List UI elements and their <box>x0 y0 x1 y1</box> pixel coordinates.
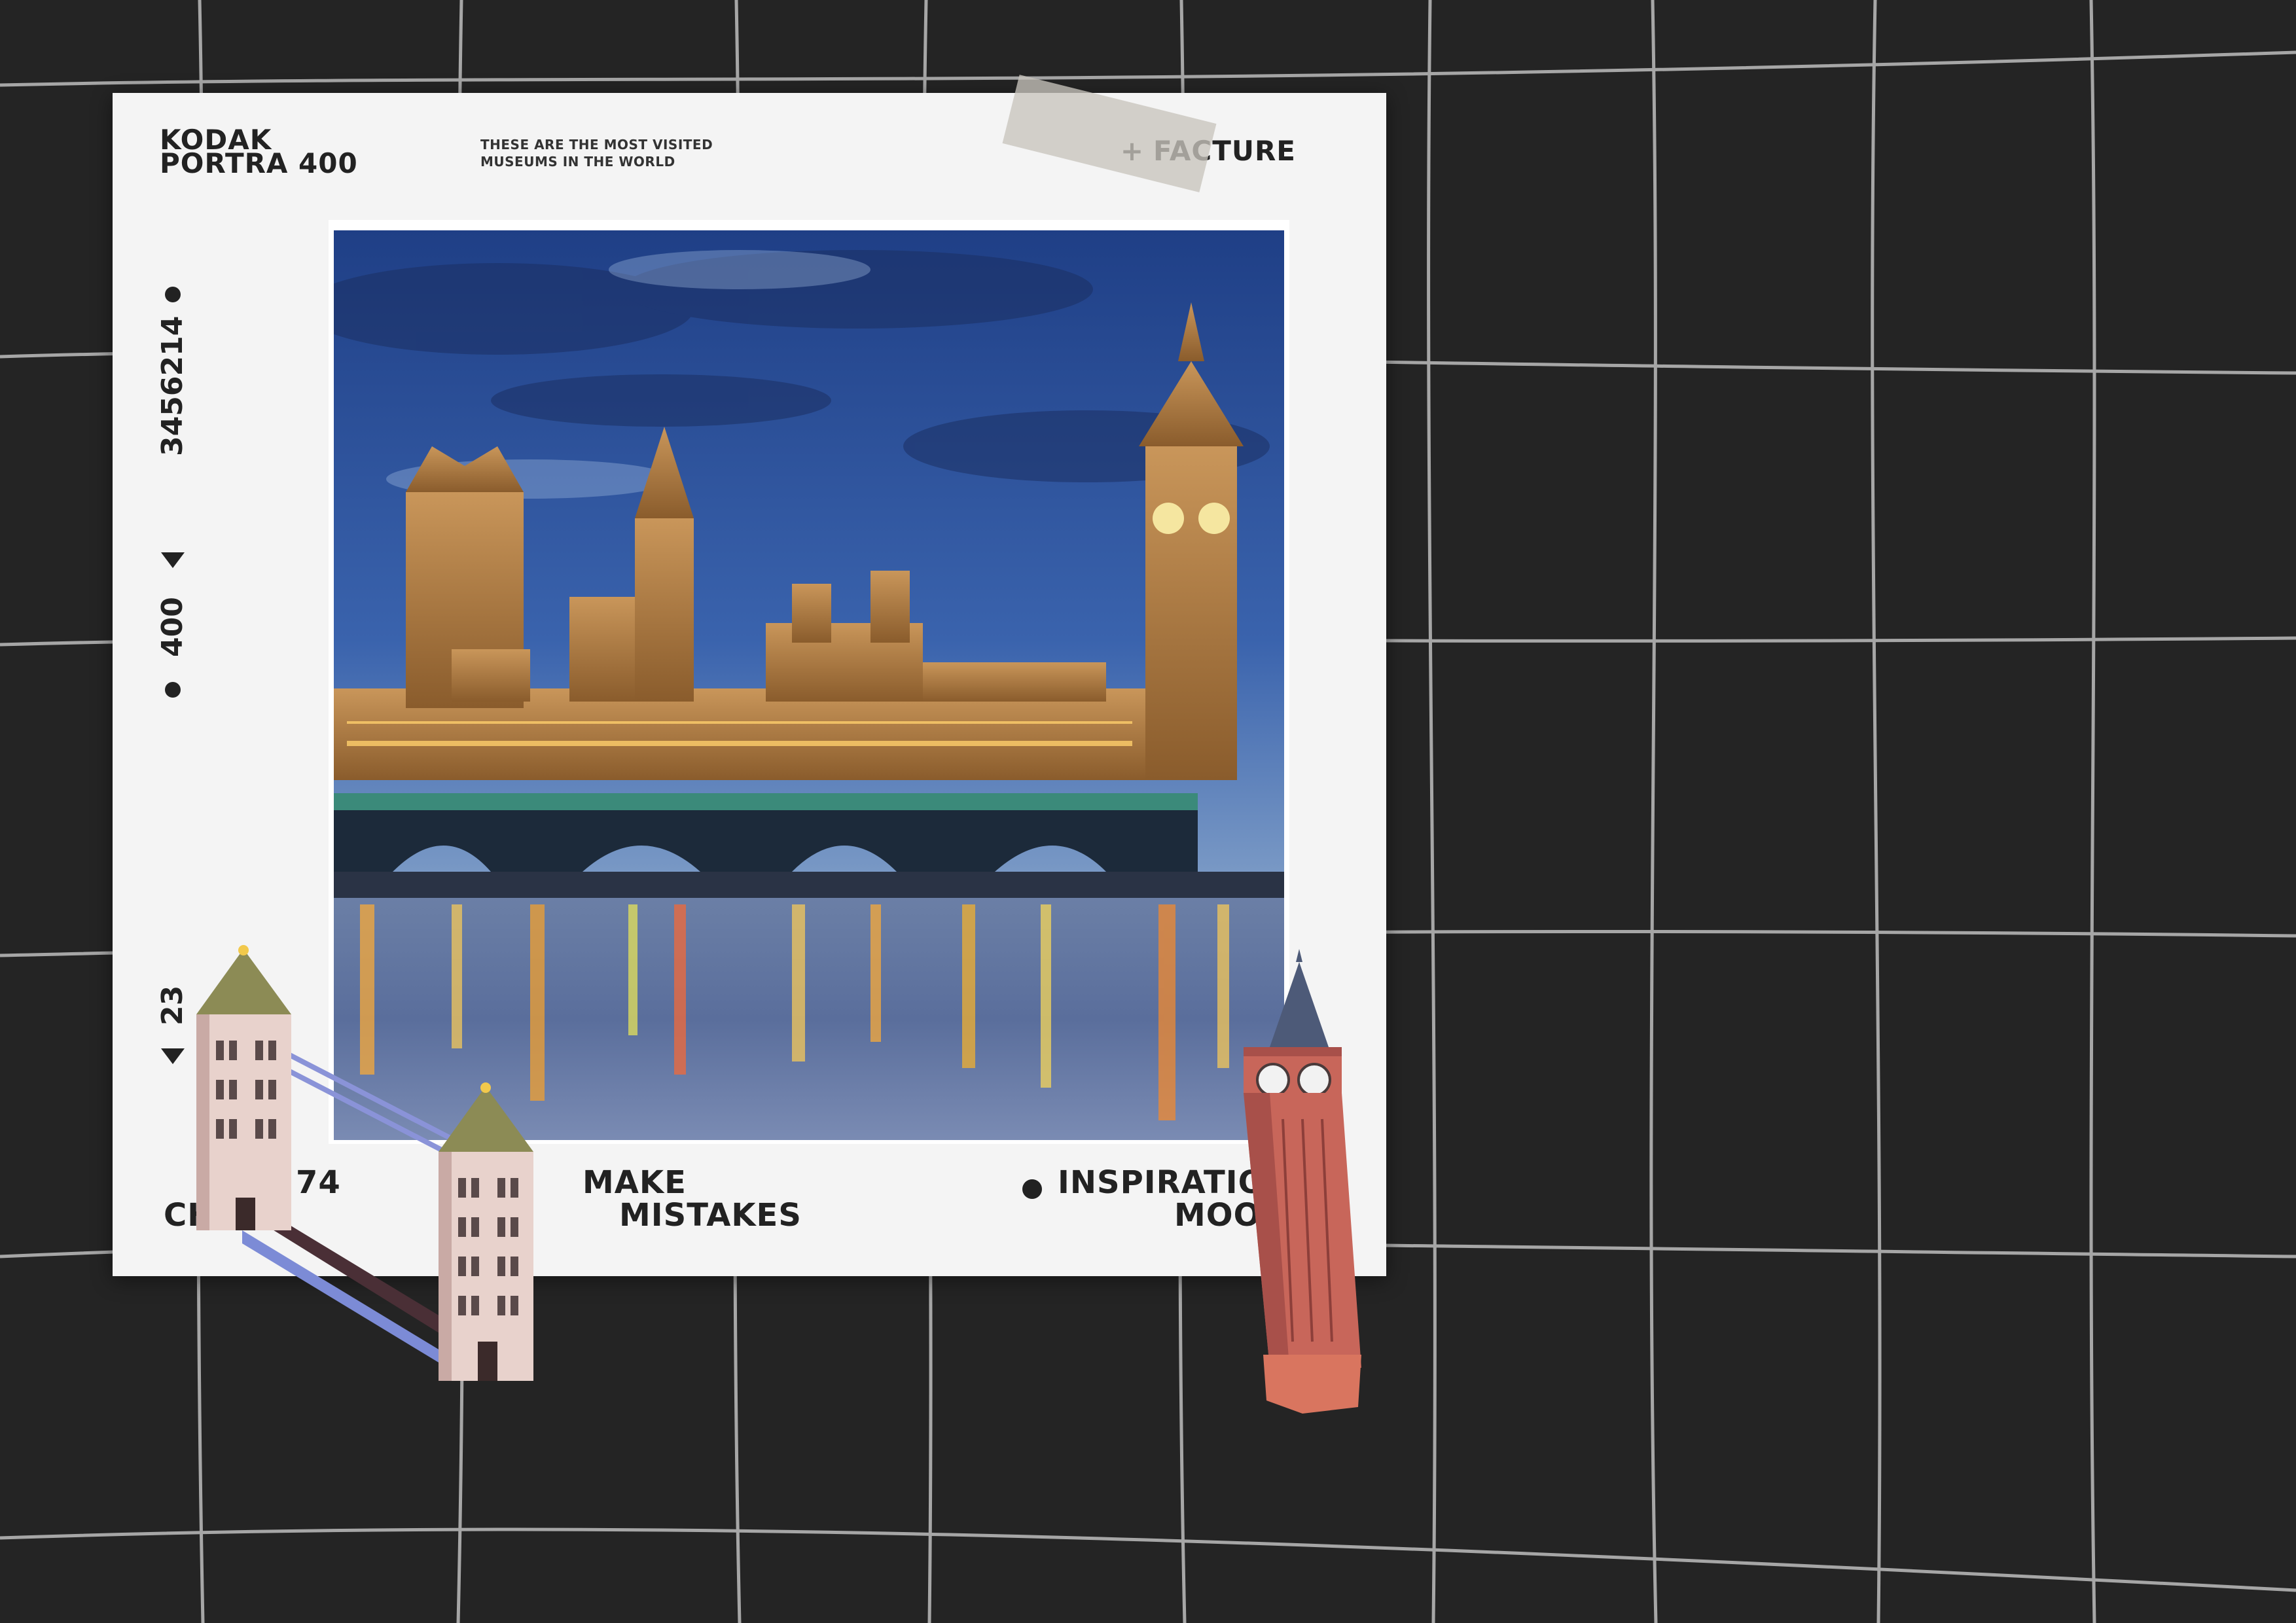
brand-line-2: PORTRA 400 <box>160 147 358 179</box>
side-number-low: 23 <box>156 985 189 1026</box>
side-dot-mid <box>165 682 181 698</box>
tagline-line-2: MUSEUMS IN THE WORLD <box>480 154 675 169</box>
make-mistakes-line-1: MAKE <box>583 1164 687 1201</box>
tower-bridge-illustration <box>196 945 533 1381</box>
make-mistakes-line-2: MISTAKES <box>619 1197 802 1234</box>
bottom-dot <box>1022 1179 1042 1199</box>
side-number-mid: 400 <box>156 597 189 657</box>
side-number-top: 3456214 <box>156 315 189 456</box>
make-mistakes-text: MAKE MISTAKES <box>583 1166 802 1232</box>
big-ben-illustration <box>1244 949 1361 1414</box>
side-dot-top <box>165 287 181 302</box>
side-triangle-low <box>161 1048 185 1064</box>
tagline: THESE ARE THE MOST VISITED MUSEUMS IN TH… <box>480 136 713 170</box>
tagline-line-1: THESE ARE THE MOST VISITED <box>480 137 713 152</box>
brand-title: KODAK PORTRA 400 <box>160 126 358 179</box>
side-triangle-top <box>161 552 185 568</box>
